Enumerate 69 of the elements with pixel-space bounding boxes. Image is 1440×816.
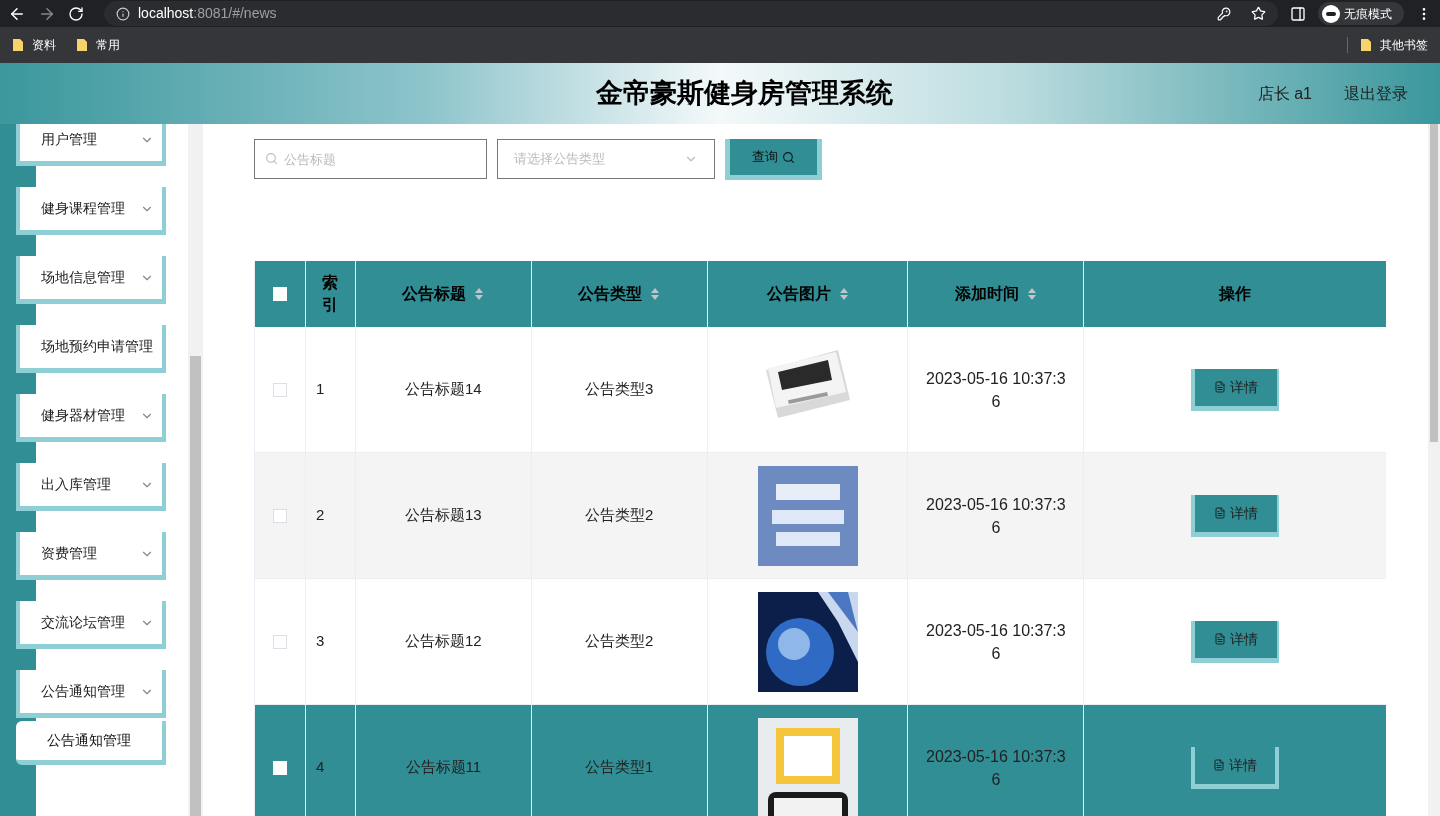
sort-icon[interactable] [650, 287, 661, 301]
checkbox[interactable] [272, 382, 287, 397]
sidebar-item[interactable]: 场地信息管理 [16, 256, 166, 304]
table-cell-text: 2023-05-16 10:37:36 [925, 620, 1066, 664]
incognito-badge[interactable]: 无痕模式 [1318, 2, 1404, 25]
sidebar-item[interactable]: 用户管理 [16, 124, 166, 166]
table-cell-text: 3 [315, 631, 325, 652]
details-button[interactable]: 详情 [1191, 368, 1280, 411]
submenu-item[interactable]: 公告通知管理 [16, 721, 166, 765]
table-row[interactable]: 2 公告标题13 公告类型2 2023-05-16 10:37:36 详情 [255, 453, 1386, 579]
sidebar-item[interactable]: 出入库管理 [16, 463, 166, 511]
title-search-field[interactable]: 公告标题 [254, 139, 487, 179]
details-button[interactable]: 详情 [1191, 620, 1280, 663]
table-cell-text: 公告标题12 [405, 631, 482, 652]
table-cell-text: 2023-05-16 10:37:36 [925, 368, 1066, 412]
table-row[interactable]: 4 公告标题11 公告类型1 2023-05-16 10:37:36 详情 [255, 705, 1386, 816]
search-icon [782, 150, 795, 164]
reload-icon[interactable] [68, 5, 84, 22]
table-cell-text: 公告标题14 [405, 379, 482, 400]
sidebar-item[interactable]: 资费管理 [16, 532, 166, 580]
folder-icon [12, 38, 24, 52]
bookmark[interactable]: 常用 [76, 36, 120, 54]
app-title: 金帝豪斯健身房管理系统 [596, 77, 894, 111]
checkbox[interactable] [272, 508, 287, 523]
query-button[interactable]: 查询 [725, 139, 822, 180]
sort-icon[interactable] [838, 287, 849, 301]
table-cell-text: 4 [315, 757, 325, 778]
other-bookmarks[interactable]: 其他书签 [1360, 36, 1428, 54]
sidebar-scrollbar[interactable] [188, 124, 203, 816]
table-cell-text: 2 [315, 505, 325, 526]
sidebar-item[interactable]: 场地预约申请管理 [16, 325, 166, 373]
column-header: 操作 [1217, 284, 1253, 304]
table-cell-text: 公告标题11 [405, 757, 482, 778]
table-cell-text: 2023-05-16 10:37:36 [925, 746, 1066, 790]
table-cell-text: 公告标题13 [405, 505, 482, 526]
sidebar-item[interactable]: 公告通知管理 [16, 670, 166, 718]
table-cell-text: 公告类型2 [585, 631, 654, 652]
document-icon [1214, 381, 1227, 393]
table-cell-text: 1 [315, 379, 325, 400]
search-icon [265, 152, 278, 165]
details-button[interactable]: 详情 [1191, 746, 1280, 789]
document-icon [1214, 633, 1227, 645]
table-cell-text: 公告类型3 [585, 379, 654, 400]
table-row[interactable]: 1 公告标题14 公告类型3 2023-05-16 10:37:36 详情 [255, 327, 1386, 453]
checkbox[interactable] [272, 634, 287, 649]
page-scrollbar[interactable] [1428, 124, 1440, 816]
url-text: localhost:8081/#/news [138, 4, 277, 23]
address-bar[interactable]: localhost:8081/#/news [104, 1, 1278, 26]
key-icon[interactable] [1217, 6, 1231, 21]
bookmark[interactable]: 资料 [12, 36, 56, 54]
document-icon [1213, 759, 1226, 771]
info-icon [116, 6, 130, 21]
details-button[interactable]: 详情 [1191, 494, 1280, 537]
sort-icon[interactable] [1026, 287, 1037, 301]
folder-icon [1360, 38, 1372, 52]
document-icon [1214, 507, 1227, 519]
table-cell-text: 公告类型1 [585, 757, 654, 778]
folder-icon [76, 38, 88, 52]
sort-icon[interactable] [474, 287, 485, 301]
user-label: 店长 a1 [1257, 83, 1312, 104]
logout-link[interactable]: 退出登录 [1344, 81, 1408, 106]
sidebar-item[interactable]: 健身器材管理 [16, 394, 166, 442]
table-row[interactable]: 3 公告标题12 公告类型2 2023-05-16 10:37:36 详情 [255, 579, 1386, 705]
table-cell-text: 公告类型2 [585, 505, 654, 526]
star-icon[interactable] [1251, 6, 1266, 21]
sidebar-item[interactable]: 交流论坛管理 [16, 601, 166, 649]
table-cell-text: 2023-05-16 10:37:36 [925, 494, 1066, 538]
sidebar-item[interactable]: 健身课程管理 [16, 187, 166, 235]
side-panel-icon[interactable] [1290, 5, 1306, 22]
